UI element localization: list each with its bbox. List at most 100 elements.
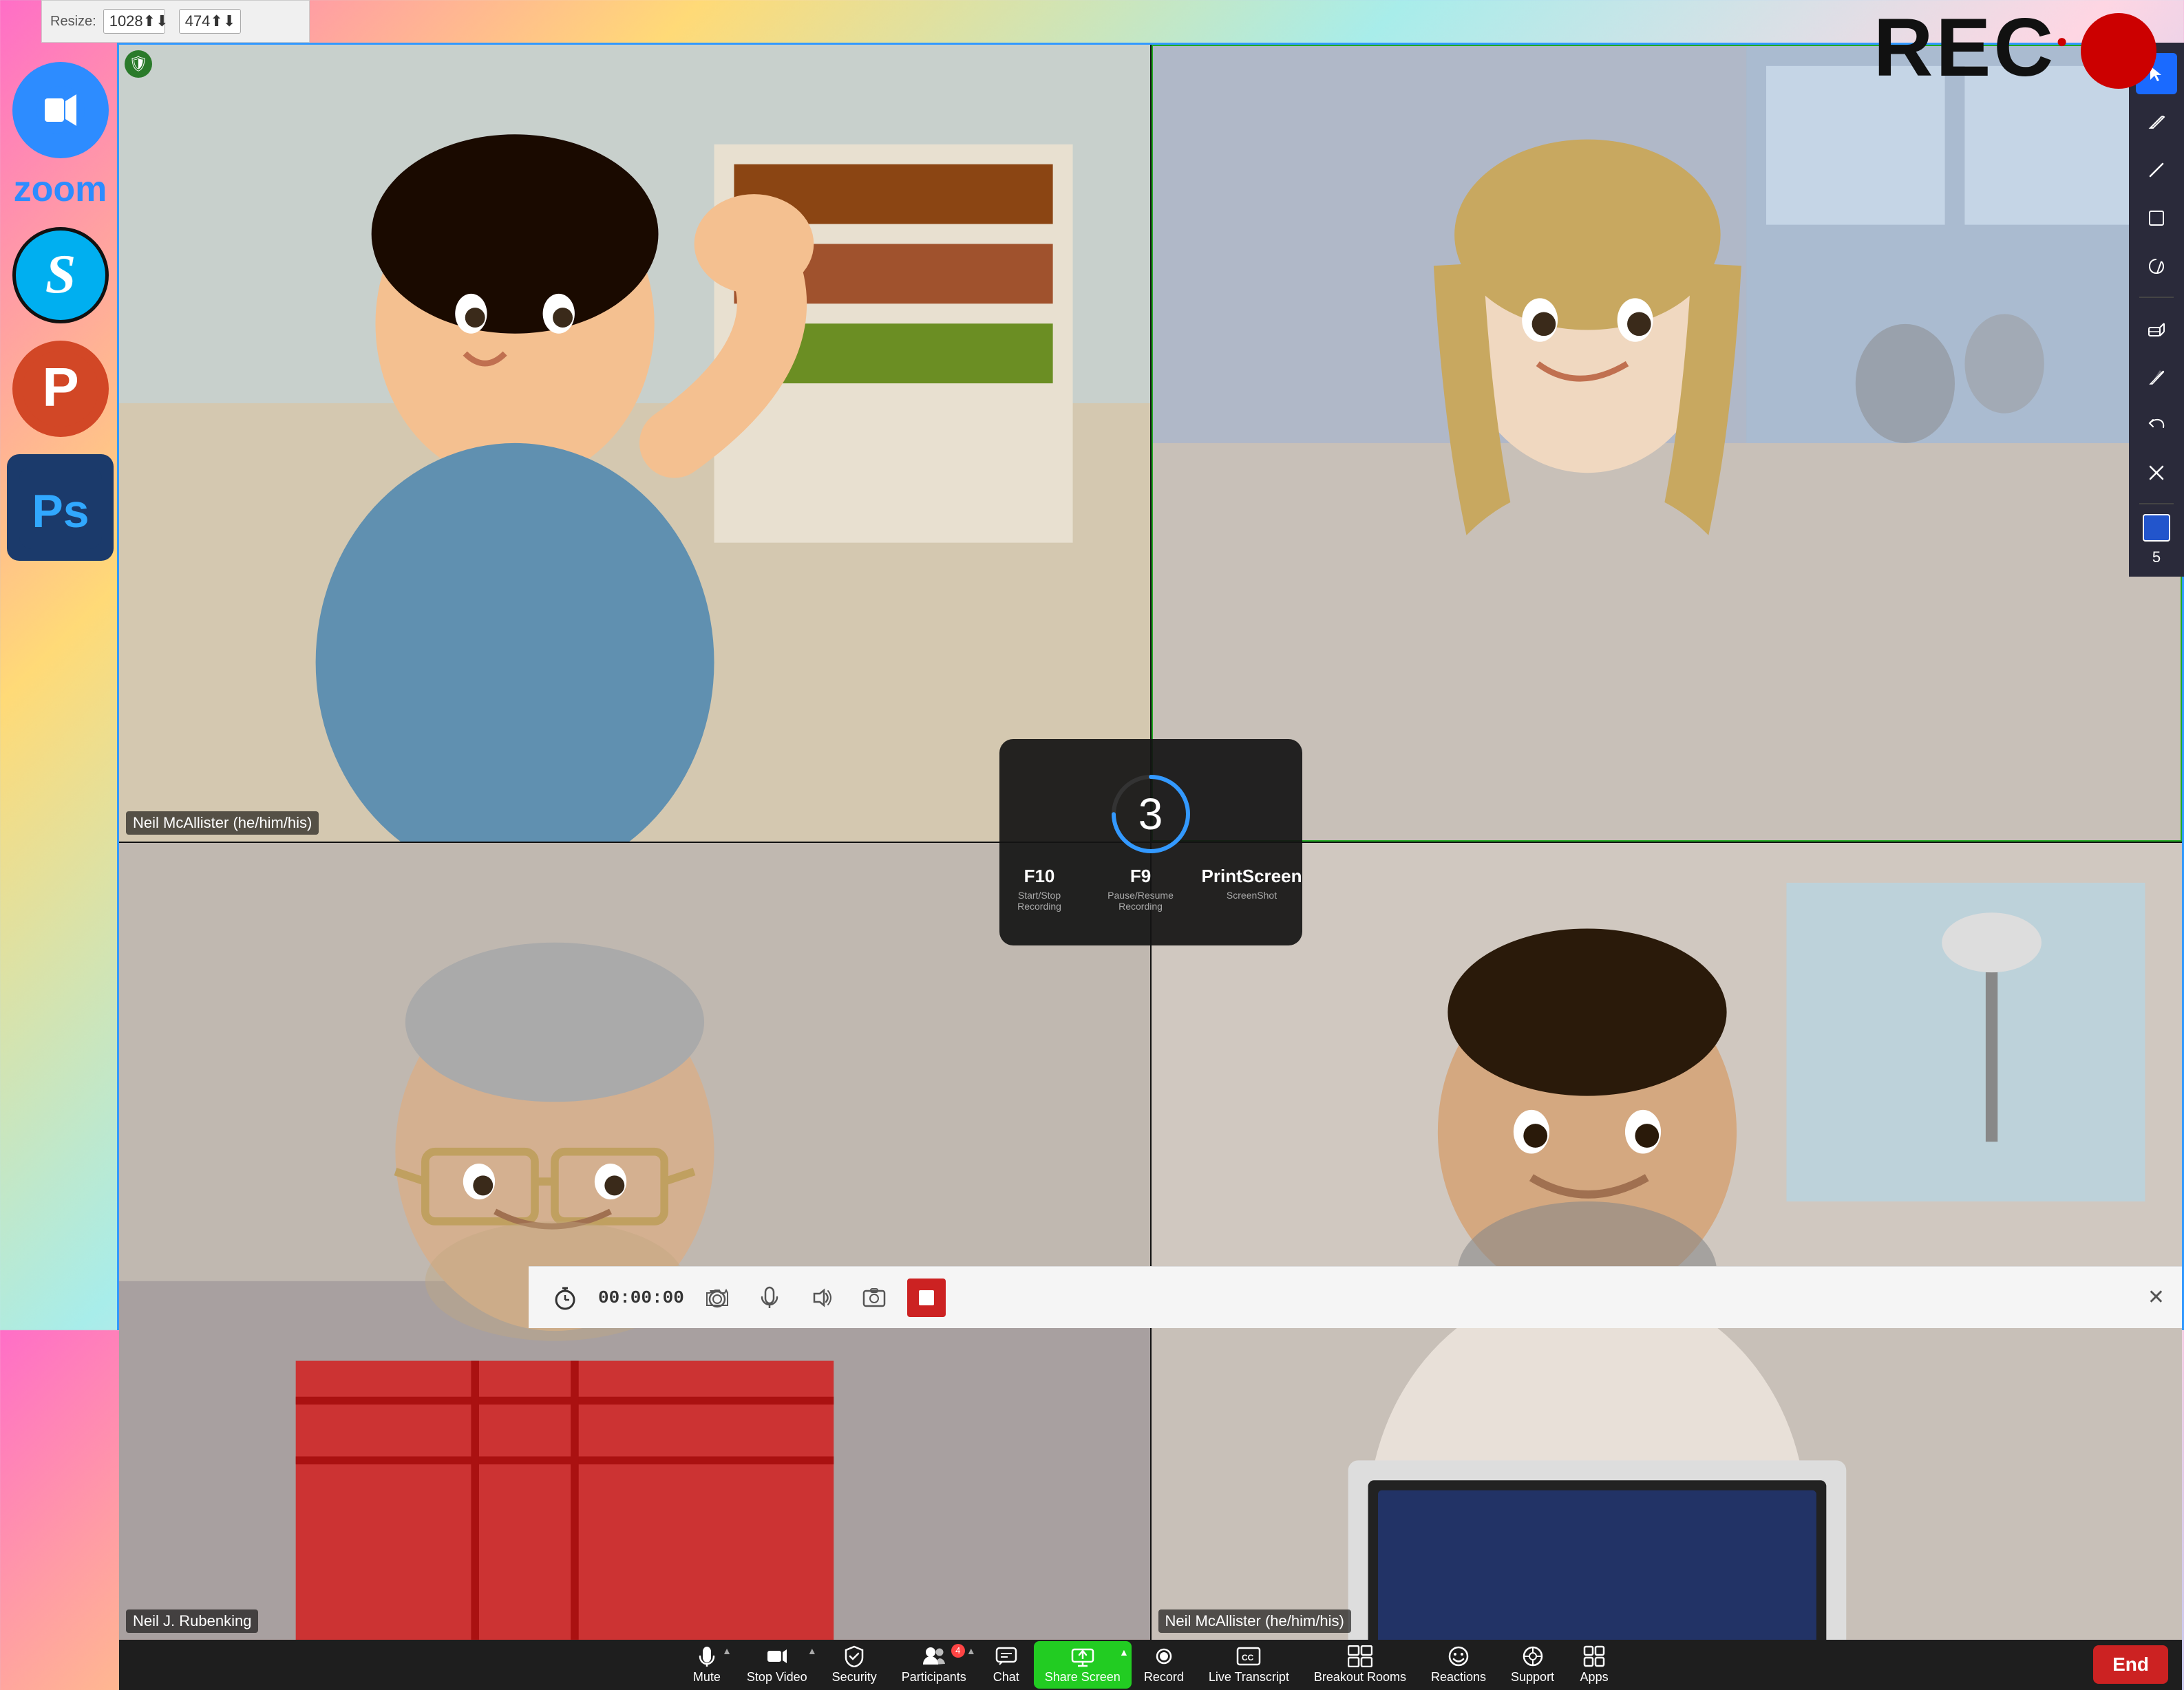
rec-indicator: REC● xyxy=(1874,0,2156,95)
rec-timer-icon xyxy=(546,1279,584,1317)
shortcut-f10: F10 Start/Stop Recording xyxy=(999,866,1080,912)
rec-mic-btn[interactable] xyxy=(750,1279,789,1317)
right-tool-undo[interactable] xyxy=(2136,404,2177,445)
zoom-video-icon xyxy=(36,86,85,134)
security-toolbar-icon xyxy=(843,1645,865,1667)
shortcut-key-f10: F10 xyxy=(1024,866,1055,887)
countdown-number: 3 xyxy=(1138,789,1163,839)
shortcut-f9: F9 Pause/Resume Recording xyxy=(1101,866,1181,912)
toolbar-reactions[interactable]: Reactions xyxy=(1419,1640,1498,1690)
chat-label: Chat xyxy=(993,1670,1019,1684)
toolbar-stop-video[interactable]: ▲ Stop Video xyxy=(734,1640,820,1690)
right-tool-eraser[interactable] xyxy=(2136,308,2177,349)
toolbar-security[interactable]: Security xyxy=(820,1640,889,1690)
toolbar-mute[interactable]: ▲ Mute xyxy=(679,1640,734,1690)
zoom-app-icon[interactable] xyxy=(12,62,109,158)
right-tool-lasso[interactable] xyxy=(2136,246,2177,287)
mute-icon xyxy=(696,1645,718,1667)
participant-video-tr xyxy=(1153,46,2181,840)
participants-badge: 4 xyxy=(951,1644,965,1658)
live-transcript-icon: CC xyxy=(1236,1645,1261,1667)
stop-video-icon xyxy=(766,1645,788,1667)
skype-app-icon[interactable]: S xyxy=(12,227,109,323)
participant-name-br: Neil McAllister (he/him/his) xyxy=(1158,1609,1351,1633)
rec-speaker-btn[interactable] xyxy=(803,1279,841,1317)
svg-text:P: P xyxy=(42,356,78,418)
end-button[interactable]: End xyxy=(2093,1645,2168,1684)
record-label: Record xyxy=(1144,1670,1184,1684)
toolbar-record[interactable]: Record xyxy=(1132,1640,1196,1690)
right-tool-delete[interactable] xyxy=(2136,452,2177,493)
toolbar-apps[interactable]: Apps xyxy=(1567,1640,1622,1690)
breakout-rooms-icon xyxy=(1348,1645,1372,1667)
reactions-icon xyxy=(1448,1645,1470,1667)
resize-bar: Resize: 1028 ⬆⬇ 474 ⬆⬇ xyxy=(41,0,310,43)
shortcut-row: F10 Start/Stop Recording F9 Pause/Resume… xyxy=(999,866,1302,912)
left-sidebar: zoom S P Ps xyxy=(0,41,120,561)
resize-width-value: 1028 xyxy=(109,12,143,30)
participant-cell-bl: Neil J. Rubenking xyxy=(119,843,1150,1640)
toolbar-share-screen[interactable]: ▲ Share Screen xyxy=(1034,1641,1132,1689)
share-screen-label: Share Screen xyxy=(1045,1670,1121,1684)
participants-icon xyxy=(922,1645,946,1667)
zoom-window: 🛡 xyxy=(117,43,2184,1330)
video-grid: ✓ Neil McAllister (he/him/his) xyxy=(119,45,2182,1640)
share-screen-icon xyxy=(1071,1645,1094,1667)
rec-camera-btn[interactable] xyxy=(698,1279,736,1317)
rec-circle xyxy=(2081,13,2156,89)
breakout-rooms-label: Breakout Rooms xyxy=(1314,1670,1406,1684)
right-tool-pen[interactable] xyxy=(2136,101,2177,142)
right-tool-line[interactable] xyxy=(2136,149,2177,191)
toolbar-support[interactable]: Support xyxy=(1498,1640,1567,1690)
live-transcript-label: Live Transcript xyxy=(1209,1670,1289,1684)
shortcut-key-printscreen: PrintScreen xyxy=(1202,866,1302,887)
right-tool-shapes[interactable] xyxy=(2136,197,2177,239)
zoom-label: zoom xyxy=(14,169,107,210)
toolbar-breakout-rooms[interactable]: Breakout Rooms xyxy=(1302,1640,1419,1690)
shortcut-label-f10: Start/Stop Recording xyxy=(999,890,1080,912)
svg-text:S: S xyxy=(45,244,76,305)
shortcut-label-f9: Pause/Resume Recording xyxy=(1101,890,1181,912)
right-drawing-toolbar: 5 xyxy=(2129,43,2184,577)
shield-icon: 🛡 xyxy=(125,50,152,78)
rec-close-btn[interactable]: ✕ xyxy=(2148,1285,2165,1309)
participant-video-bl xyxy=(119,843,1150,1640)
participants-label: Participants xyxy=(902,1670,966,1684)
photoshop-app-icon[interactable]: Ps xyxy=(7,454,114,561)
resize-width-input[interactable]: 1028 ⬆⬇ xyxy=(103,9,165,34)
record-icon xyxy=(1153,1645,1175,1667)
svg-text:CC: CC xyxy=(1242,1653,1254,1662)
apps-icon xyxy=(1583,1645,1605,1667)
rec-screenshot-btn[interactable] xyxy=(855,1279,893,1317)
chat-icon xyxy=(995,1645,1017,1667)
apps-label: Apps xyxy=(1580,1670,1609,1684)
resize-label: Resize: xyxy=(50,14,96,30)
participant-name-bl: Neil J. Rubenking xyxy=(126,1609,258,1633)
shortcut-label-printscreen: ScreenShot xyxy=(1227,890,1277,901)
svg-text:Ps: Ps xyxy=(32,485,89,537)
right-tool-color-picker[interactable] xyxy=(2143,514,2170,542)
security-indicator: 🛡 xyxy=(125,50,152,78)
participant-cell-br: Neil McAllister (he/him/his) xyxy=(1152,843,2183,1640)
powerpoint-app-icon[interactable]: P xyxy=(12,341,109,437)
resize-height-input[interactable]: 474 ⬆⬇ xyxy=(179,9,241,34)
shortcut-printscreen: PrintScreen ScreenShot xyxy=(1202,866,1302,901)
participant-name-tl: Neil McAllister (he/him/his) xyxy=(126,811,319,835)
right-tool-zoom-level: 5 xyxy=(2152,548,2161,566)
support-icon xyxy=(1522,1645,1544,1667)
reactions-label: Reactions xyxy=(1431,1670,1486,1684)
toolbar-live-transcript[interactable]: CC Live Transcript xyxy=(1196,1640,1302,1690)
countdown-ring: 3 xyxy=(1110,773,1192,855)
rec-timer: 00:00:00 xyxy=(598,1287,684,1308)
toolbar-chat[interactable]: Chat xyxy=(979,1640,1034,1690)
participant-video-tl xyxy=(119,45,1150,842)
stop-video-label: Stop Video xyxy=(747,1670,807,1684)
resize-height-value: 474 xyxy=(185,12,211,30)
rec-stop-btn[interactable] xyxy=(907,1279,946,1317)
support-label: Support xyxy=(1511,1670,1554,1684)
security-label: Security xyxy=(832,1670,877,1684)
toolbar: ▲ Mute ▲ Stop Video xyxy=(119,1640,2182,1690)
rec-text: REC● xyxy=(1874,0,2070,95)
right-tool-pencil2[interactable] xyxy=(2136,356,2177,397)
toolbar-participants[interactable]: ▲ 4 Participants xyxy=(889,1640,979,1690)
